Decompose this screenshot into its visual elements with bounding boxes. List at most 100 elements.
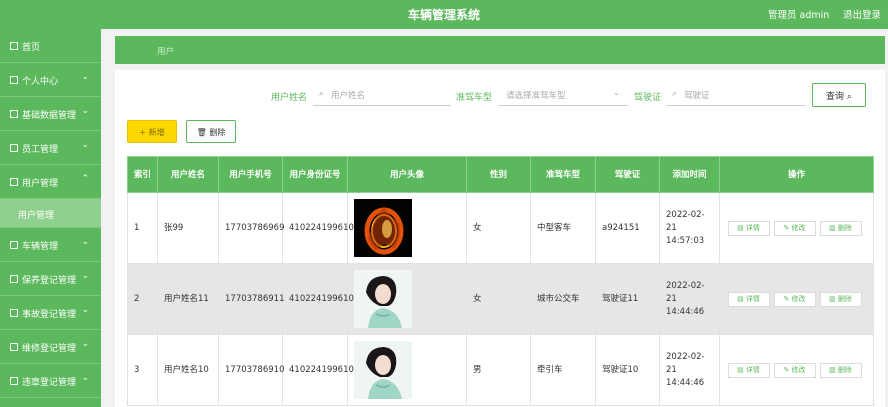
edit-button[interactable]: ✎ 修改 bbox=[773, 362, 816, 378]
cell-gender: 女 bbox=[466, 192, 531, 264]
car-type-select[interactable]: 请选择准驾车型 ⌄ bbox=[498, 84, 628, 106]
cell-index: 3 bbox=[127, 334, 158, 406]
wrench-icon bbox=[10, 275, 18, 283]
cell-avatar bbox=[347, 334, 467, 406]
search-icon: ⌕ bbox=[672, 89, 678, 99]
cell-car-type: 牵引车 bbox=[530, 334, 596, 406]
column-header[interactable]: 添加时间 bbox=[659, 156, 720, 193]
column-header[interactable]: 驾驶证 bbox=[595, 156, 660, 193]
edit-label: 修改 bbox=[791, 365, 806, 374]
avatar-fire-image[interactable] bbox=[354, 199, 412, 257]
chevron-down-icon: ⌄ bbox=[81, 305, 89, 315]
sidebar-item-base-data[interactable]: 基础数据管理 ⌄ bbox=[0, 97, 101, 131]
admin-label: 管理员 admin bbox=[768, 10, 830, 21]
license-search-input[interactable]: ⌕ 驾驶证 bbox=[666, 84, 806, 106]
sidebar-item-label: 用户管理 bbox=[22, 179, 59, 189]
tool-icon bbox=[10, 343, 18, 351]
user-table: 索引 用户姓名 用户手机号 用户身份证号 用户头像 性别 准驾车型 驾驶证 添加… bbox=[127, 156, 874, 406]
avatar-portrait-image[interactable] bbox=[354, 270, 412, 328]
chevron-down-icon: ⌄ bbox=[81, 72, 89, 82]
cell-phone: 17703786910 bbox=[218, 334, 285, 406]
column-header[interactable]: 用户手机号 bbox=[218, 156, 283, 193]
column-header[interactable]: 用户身份证号 bbox=[282, 156, 348, 193]
pencil-icon: ✎ bbox=[783, 223, 792, 232]
row-delete-button[interactable]: ▥ 删除 bbox=[819, 362, 862, 378]
cell-license: a924151 bbox=[595, 192, 660, 264]
cell-gender: 男 bbox=[466, 334, 531, 406]
add-button[interactable]: + 新增 bbox=[127, 120, 177, 143]
sidebar-subitem-label: 用户管理 bbox=[18, 211, 55, 221]
detail-button[interactable]: ▤ 详情 bbox=[727, 220, 770, 236]
trash-icon: ▥ bbox=[829, 294, 838, 303]
sidebar-item-home[interactable]: 首页 bbox=[0, 29, 101, 63]
cell-idcard: 410224199610232010 bbox=[282, 334, 386, 406]
sidebar-item-personal-center[interactable]: 个人中心 ⌄ bbox=[0, 63, 101, 97]
delete-button[interactable]: 🗑 删除 bbox=[186, 120, 236, 143]
row-delete-button[interactable]: ▥ 删除 bbox=[819, 220, 862, 236]
cell-avatar bbox=[347, 263, 467, 335]
column-header[interactable]: 用户姓名 bbox=[157, 156, 219, 193]
chevron-down-icon: ⌄ bbox=[81, 106, 89, 116]
pencil-icon: ✎ bbox=[783, 365, 792, 374]
breadcrumb-text: 用户 bbox=[157, 47, 175, 57]
cell-car-type: 城市公交车 bbox=[530, 263, 596, 335]
column-header[interactable]: 性别 bbox=[466, 156, 531, 193]
detail-label: 详情 bbox=[745, 223, 760, 232]
sidebar: 首页 个人中心 ⌄ 基础数据管理 ⌄ 员工管理 ⌄ 用户管理 ⌃ 用户管理 车辆… bbox=[0, 29, 101, 407]
chevron-down-icon: ⌄ bbox=[81, 237, 89, 247]
row-delete-button[interactable]: ▥ 删除 bbox=[819, 291, 862, 307]
plus-icon: + bbox=[139, 128, 147, 137]
edit-button[interactable]: ✎ 修改 bbox=[773, 220, 816, 236]
column-header[interactable]: 索引 bbox=[127, 156, 158, 193]
cell-car-type: 中型客车 bbox=[530, 192, 596, 264]
chevron-down-icon: ⌄ bbox=[81, 140, 89, 150]
sidebar-item-repair[interactable]: 维修登记管理 ⌄ bbox=[0, 330, 101, 364]
name-search-placeholder: 用户姓名 bbox=[331, 91, 366, 101]
cell-actions: ▤ 详情 ✎ 修改 ▥ 删除 bbox=[719, 263, 874, 335]
chevron-down-icon: ⌄ bbox=[81, 271, 89, 281]
sidebar-item-label: 事故登记管理 bbox=[22, 310, 77, 320]
cell-name: 张99 bbox=[157, 192, 219, 264]
column-header: 操作 bbox=[719, 156, 874, 193]
cell-actions: ▤ 详情 ✎ 修改 ▥ 删除 bbox=[719, 192, 874, 264]
search-icon: ⌕ bbox=[319, 89, 325, 99]
table-row: 3 用户姓名10 17703786910 410224199610232010 … bbox=[127, 334, 874, 406]
query-button[interactable]: 查询 ⌕ bbox=[812, 83, 866, 107]
edit-button[interactable]: ✎ 修改 bbox=[773, 291, 816, 307]
cell-name: 用户姓名10 bbox=[157, 334, 219, 406]
ticket-icon bbox=[10, 377, 18, 385]
sidebar-item-vehicle[interactable]: 车辆管理 ⌄ bbox=[0, 228, 101, 262]
avatar-portrait-image[interactable] bbox=[354, 341, 412, 399]
file-icon: ▤ bbox=[737, 365, 746, 374]
delete-button-label: 删除 bbox=[209, 128, 226, 137]
sidebar-item-label: 车辆管理 bbox=[22, 242, 59, 252]
detail-label: 详情 bbox=[745, 365, 760, 374]
chevron-up-icon: ⌃ bbox=[81, 174, 89, 184]
sidebar-item-maintenance[interactable]: 保养登记管理 ⌄ bbox=[0, 262, 101, 296]
cell-avatar bbox=[347, 192, 467, 264]
cell-gender: 女 bbox=[466, 263, 531, 335]
sidebar-item-label: 基础数据管理 bbox=[22, 111, 77, 121]
column-header[interactable]: 准驾车型 bbox=[530, 156, 596, 193]
sidebar-item-user-management[interactable]: 用户管理 ⌃ bbox=[0, 165, 101, 199]
detail-button[interactable]: ▤ 详情 bbox=[727, 291, 770, 307]
cell-time: 2022-02-21 14:57:03 bbox=[659, 192, 720, 264]
search-icon: ⌕ bbox=[846, 92, 852, 102]
car-type-placeholder: 请选择准驾车型 bbox=[506, 91, 566, 101]
column-header[interactable]: 用户头像 bbox=[347, 156, 467, 193]
row-delete-label: 删除 bbox=[837, 223, 852, 232]
sidebar-subitem-user-management[interactable]: 用户管理 bbox=[0, 199, 101, 228]
sidebar-item-staff[interactable]: 员工管理 ⌄ bbox=[0, 131, 101, 165]
logout-link[interactable]: 退出登录 bbox=[843, 7, 881, 21]
name-search-input[interactable]: ⌕ 用户姓名 bbox=[313, 84, 451, 106]
cell-phone: 17703786969 bbox=[218, 192, 285, 264]
app-title: 车辆管理系统 bbox=[407, 8, 480, 22]
sidebar-item-violation[interactable]: 违章登记管理 ⌄ bbox=[0, 364, 101, 398]
sidebar-item-accident[interactable]: 事故登记管理 ⌄ bbox=[0, 296, 101, 330]
table-header-row: 索引 用户姓名 用户手机号 用户身份证号 用户头像 性别 准驾车型 驾驶证 添加… bbox=[127, 156, 874, 193]
row-delete-label: 删除 bbox=[837, 365, 852, 374]
detail-button[interactable]: ▤ 详情 bbox=[727, 362, 770, 378]
chevron-down-icon: ⌄ bbox=[612, 88, 620, 98]
name-search-label: 用户姓名 bbox=[271, 93, 308, 103]
user-icon bbox=[10, 76, 18, 84]
